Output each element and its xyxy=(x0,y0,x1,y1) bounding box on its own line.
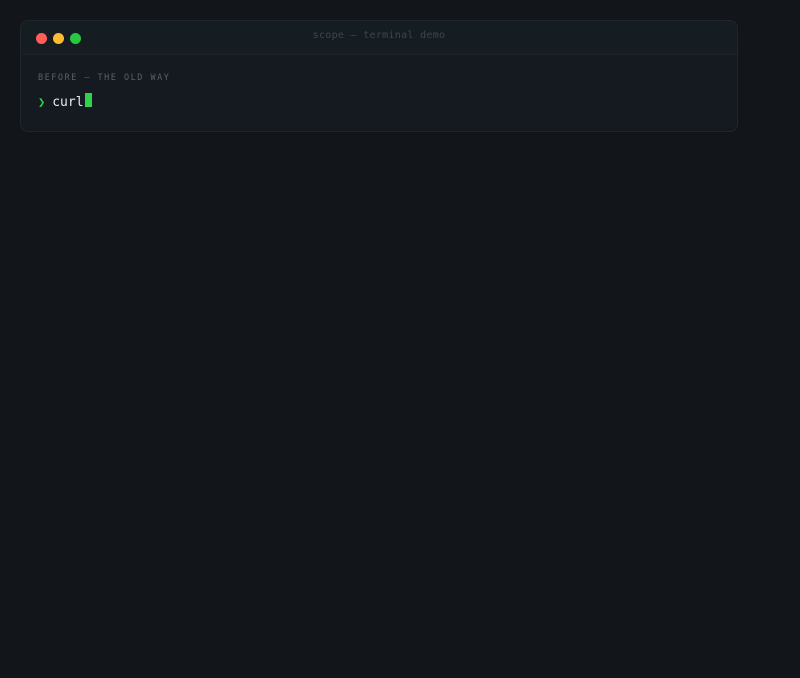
prompt-line[interactable]: ❯ curl xyxy=(38,93,92,111)
section-label: BEFORE — THE OLD WAY xyxy=(38,73,171,83)
text-cursor xyxy=(84,93,92,107)
window-title: scope — terminal demo xyxy=(312,30,446,41)
command-text: curl xyxy=(52,94,84,110)
prompt-chevron-icon: ❯ xyxy=(38,95,46,109)
title-bar: scope — terminal demo xyxy=(21,21,737,55)
terminal-window: scope — terminal demo BEFORE — THE OLD W… xyxy=(20,20,738,132)
